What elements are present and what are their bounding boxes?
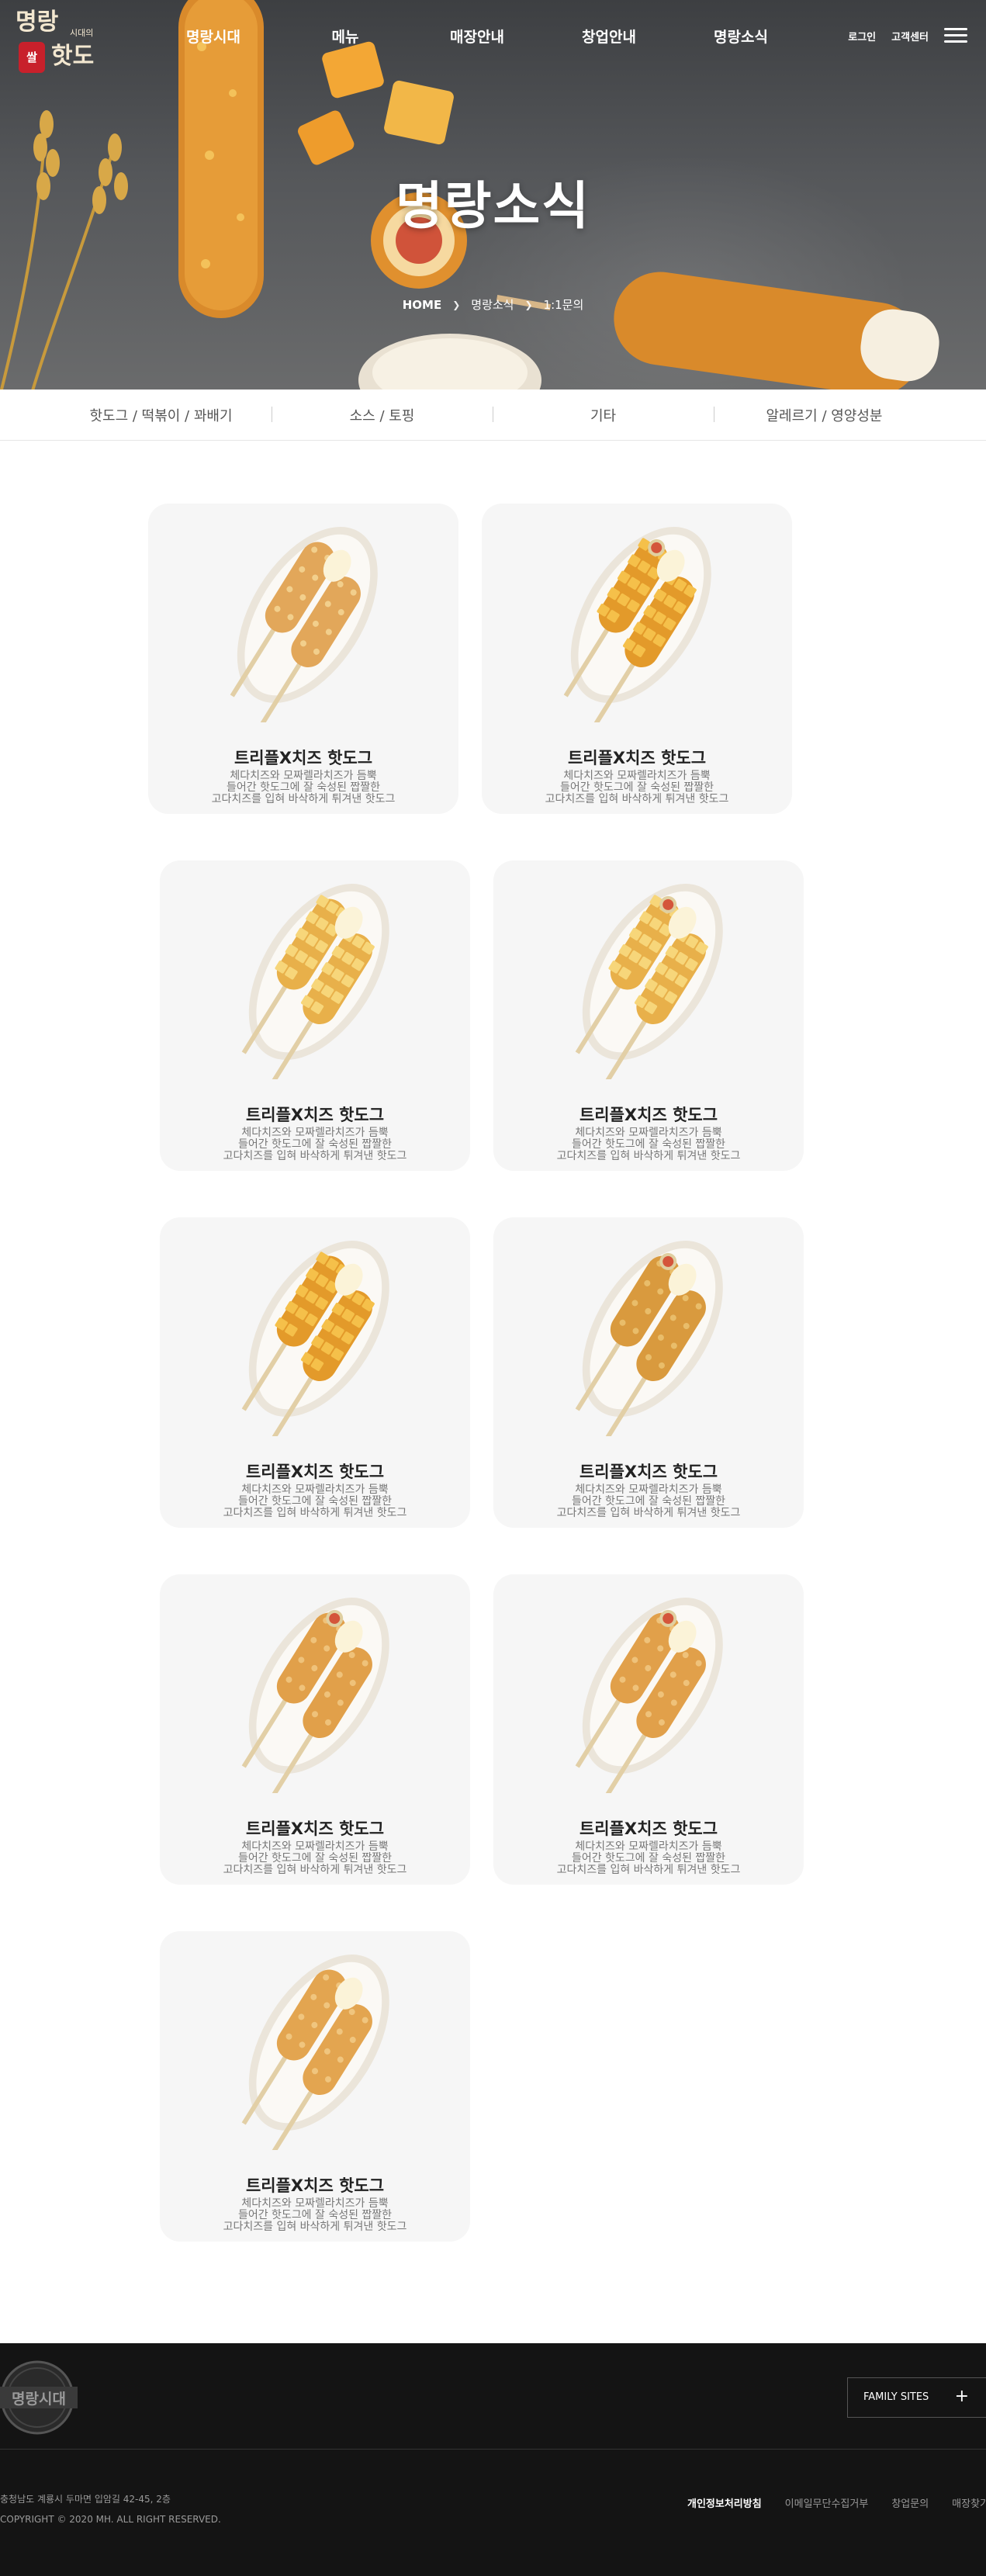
hero-banner: 명랑 시대의 쌀 핫도 명랑시대 메뉴 매장안내 창업안내 명랑소식 로그인 고…	[0, 0, 986, 390]
nav-item-stores[interactable]: 매장안내	[411, 26, 543, 47]
svg-text:명랑시대: 명랑시대	[12, 2391, 66, 2408]
product-desc: 체다치즈와 모짜렐라치즈가 듬뿍 들어간 핫도그에 잘 숙성된 짭짤한 고다치즈를 …	[545, 770, 729, 805]
product-name: 트리플X치즈 핫도그	[245, 1106, 385, 1124]
product-name: 트리플X치즈 핫도그	[245, 2176, 385, 2195]
product-name: 트리플X치즈 핫도그	[579, 1463, 718, 1481]
corndog-illustration-2	[496, 272, 939, 390]
breadcrumb-chevron-icon: ❯	[452, 299, 461, 310]
breadcrumb-chevron-icon: ❯	[524, 299, 533, 310]
family-sites-select[interactable]: FAMILY SITES +	[847, 2377, 986, 2418]
page-title: 명랑소식	[396, 176, 590, 236]
support-link[interactable]: 고객센터	[891, 29, 929, 43]
address-text: 충청남도 계룡시 두마면 입암길 42-45, 2층	[0, 2494, 171, 2505]
product-image	[241, 1241, 389, 1436]
logo-text-bottom: 핫도	[51, 43, 95, 70]
product-name: 트리플X치즈 핫도그	[579, 1106, 718, 1124]
tab-allergy[interactable]: 알레르기 / 영양성분	[714, 405, 935, 425]
tab-hotdog[interactable]: 핫도그 / 떡볶이 / 꽈배기	[50, 405, 272, 425]
footer-divider	[0, 2449, 986, 2450]
nav-item-menu[interactable]: 메뉴	[279, 26, 411, 47]
nav-item-about[interactable]: 명랑시대	[147, 26, 279, 47]
product-card[interactable]: 트리플X치즈 핫도그 체다치즈와 모짜렐라치즈가 듬뿍 들어간 핫도그에 잘 숙성…	[482, 504, 792, 814]
product-name: 트리플X치즈 핫도그	[245, 1819, 385, 1838]
product-desc: 체다치즈와 모짜렐라치즈가 듬뿍 들어간 핫도그에 잘 숙성된 짭짤한 고다치즈를 …	[223, 1127, 407, 1162]
category-tabs: 핫도그 / 떡볶이 / 꽈배기 소스 / 토핑 기타 알레르기 / 영양성분	[0, 390, 986, 441]
product-desc: 체다치즈와 모짜렐라치즈가 듬뿍 들어간 핫도그에 잘 숙성된 짭짤한 고다치즈를 …	[556, 1840, 741, 1876]
product-image	[241, 884, 389, 1079]
product-name: 트리플X치즈 핫도그	[567, 749, 707, 767]
product-desc: 체다치즈와 모짜렐라치즈가 듬뿍 들어간 핫도그에 잘 숙성된 짭짤한 고다치즈를 …	[223, 1484, 407, 1519]
breadcrumb-section[interactable]: 명랑소식	[471, 296, 514, 313]
footer-logo[interactable]: 명랑시대	[0, 2359, 78, 2436]
breadcrumb-current[interactable]: 1:1문의	[544, 296, 584, 313]
main-nav: 명랑시대 메뉴 매장안내 창업안내 명랑소식	[147, 26, 807, 47]
product-image	[575, 884, 723, 1079]
plus-icon: +	[954, 2387, 969, 2406]
product-desc: 체다치즈와 모짜렐라치즈가 듬뿍 들어간 핫도그에 잘 숙성된 짭짤한 고다치즈를 …	[223, 2197, 407, 2233]
tab-sauce[interactable]: 소스 / 토핑	[272, 405, 493, 425]
product-image	[230, 527, 378, 722]
product-image	[241, 1598, 389, 1793]
nav-item-franchise[interactable]: 창업안내	[543, 26, 675, 47]
franchise-inquiry-link[interactable]: 창업문의	[891, 2495, 929, 2510]
product-card[interactable]: 트리플X치즈 핫도그 체다치즈와 모짜렐라치즈가 듬뿍 들어간 핫도그에 잘 숙성…	[493, 860, 804, 1171]
product-card[interactable]: 트리플X치즈 핫도그 체다치즈와 모짜렐라치즈가 듬뿍 들어간 핫도그에 잘 숙성…	[160, 1931, 470, 2242]
utility-links: 로그인 고객센터	[848, 28, 967, 43]
product-card[interactable]: 트리플X치즈 핫도그 체다치즈와 모짜렐라치즈가 듬뿍 들어간 핫도그에 잘 숙성…	[493, 1574, 804, 1885]
product-desc: 체다치즈와 모짜렐라치즈가 듬뿍 들어간 핫도그에 잘 숙성된 짭짤한 고다치즈를 …	[556, 1484, 741, 1519]
brand-logo[interactable]: 명랑 시대의 쌀 핫도	[16, 9, 116, 76]
company-info: 충청남도 계룡시 두마면 입암길 42-45, 2층 COPYRIGHT © 2…	[0, 2489, 221, 2529]
nav-item-news[interactable]: 명랑소식	[675, 26, 807, 47]
email-refusal-link[interactable]: 이메일무단수집거부	[785, 2495, 869, 2510]
product-image	[575, 1598, 723, 1793]
hamburger-menu-icon[interactable]	[944, 28, 967, 43]
product-image	[241, 1955, 389, 2150]
product-card[interactable]: 트리플X치즈 핫도그 체다치즈와 모짜렐라치즈가 듬뿍 들어간 핫도그에 잘 숙성…	[160, 1574, 470, 1885]
logo-badge: 쌀	[19, 42, 45, 73]
login-link[interactable]: 로그인	[848, 29, 876, 43]
product-card[interactable]: 트리플X치즈 핫도그 체다치즈와 모짜렐라치즈가 듬뿍 들어간 핫도그에 잘 숙성…	[160, 1217, 470, 1528]
product-desc: 체다치즈와 모짜렐라치즈가 듬뿍 들어간 핫도그에 잘 숙성된 짭짤한 고다치즈를 …	[211, 770, 396, 805]
product-desc: 체다치즈와 모짜렐라치즈가 듬뿍 들어간 핫도그에 잘 숙성된 짭짤한 고다치즈를 …	[223, 1840, 407, 1876]
copyright-text: COPYRIGHT © 2020 MH. ALL RIGHT RESERVED.	[0, 2514, 221, 2525]
product-name: 트리플X치즈 핫도그	[579, 1819, 718, 1838]
product-image	[563, 527, 711, 722]
store-finder-link[interactable]: 매장찾기	[952, 2495, 986, 2510]
site-footer: 명랑시대 FAMILY SITES + 충청남도 계룡시 두마면 입암길 42-…	[0, 2343, 986, 2576]
product-card[interactable]: 트리플X치즈 핫도그 체다치즈와 모짜렐라치즈가 듬뿍 들어간 핫도그에 잘 숙성…	[148, 504, 458, 814]
tab-etc[interactable]: 기타	[493, 405, 714, 425]
product-name: 트리플X치즈 핫도그	[234, 749, 373, 767]
breadcrumb: HOME ❯ 명랑소식 ❯ 1:1문의	[0, 296, 986, 313]
top-navigation-bar: 명랑 시대의 쌀 핫도 명랑시대 메뉴 매장안내 창업안내 명랑소식 로그인 고…	[0, 0, 986, 78]
logo-text-top: 명랑	[16, 9, 59, 36]
logo-text-small: 시대의	[70, 28, 94, 38]
footer-links: 개인정보처리방침 이메일무단수집거부 창업문의 매장찾기	[687, 2495, 986, 2510]
product-image	[575, 1241, 723, 1436]
product-card[interactable]: 트리플X치즈 핫도그 체다치즈와 모짜렐라치즈가 듬뿍 들어간 핫도그에 잘 숙성…	[160, 860, 470, 1171]
product-card[interactable]: 트리플X치즈 핫도그 체다치즈와 모짜렐라치즈가 듬뿍 들어간 핫도그에 잘 숙성…	[493, 1217, 804, 1528]
family-sites-label: FAMILY SITES	[863, 2391, 929, 2403]
product-name: 트리플X치즈 핫도그	[245, 1463, 385, 1481]
breadcrumb-home[interactable]: HOME	[403, 298, 441, 312]
product-grid: 트리플X치즈 핫도그 체다치즈와 모짜렐라치즈가 듬뿍 들어간 핫도그에 잘 숙성…	[0, 441, 986, 2343]
privacy-policy-link[interactable]: 개인정보처리방침	[687, 2495, 762, 2510]
product-desc: 체다치즈와 모짜렐라치즈가 듬뿍 들어간 핫도그에 잘 숙성된 짭짤한 고다치즈를 …	[556, 1127, 741, 1162]
